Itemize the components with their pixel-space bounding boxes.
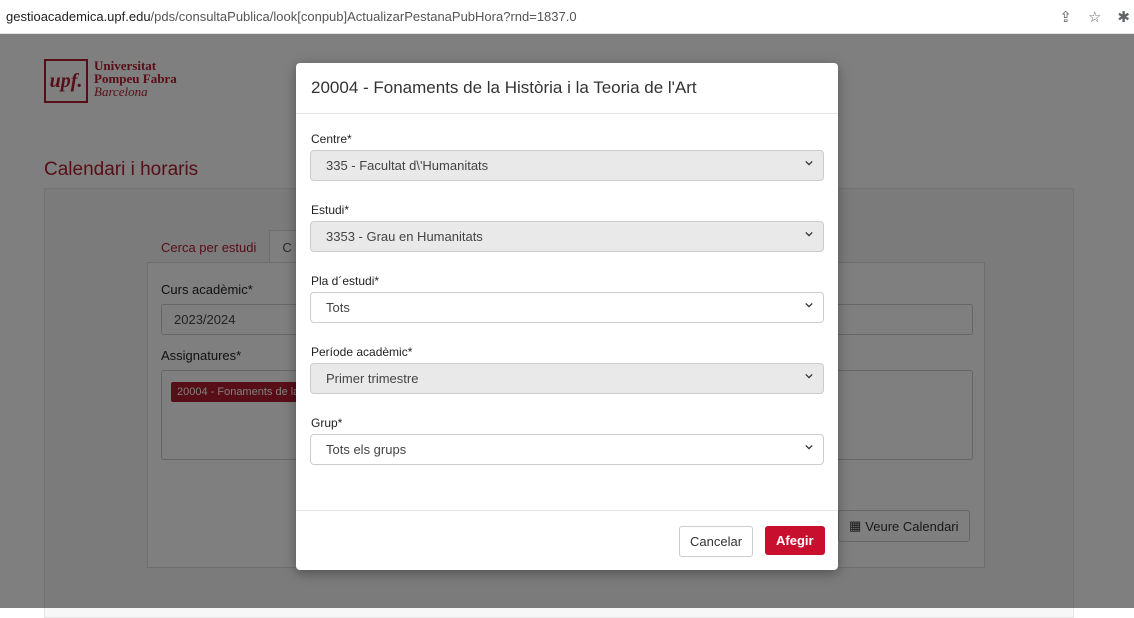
- chevron-down-icon: [805, 160, 813, 166]
- period-label: Període acadèmic*: [311, 345, 413, 359]
- modal-footer: Cancelar Afegir: [296, 510, 838, 570]
- extension-icon[interactable]: ✱: [1117, 8, 1130, 26]
- url-text[interactable]: gestioacademica.upf.edu/pds/consultaPubl…: [6, 9, 577, 24]
- group-select[interactable]: Tots els grups: [310, 434, 824, 465]
- url-host: gestioacademica.upf.edu: [6, 9, 151, 24]
- modal-body: Centre* 335 - Facultat d\'Humanitats Est…: [296, 114, 838, 510]
- plan-select[interactable]: Tots: [310, 292, 824, 323]
- browser-actions: ⇪ ☆ ✱: [1059, 0, 1134, 34]
- cancel-button[interactable]: Cancelar: [679, 526, 754, 557]
- add-subject-modal: 20004 - Fonaments de la Història i la Te…: [296, 63, 838, 570]
- period-select[interactable]: Primer trimestre: [310, 363, 824, 394]
- period-value: Primer trimestre: [326, 371, 419, 386]
- chevron-down-icon: [805, 302, 813, 308]
- study-value: 3353 - Grau en Humanitats: [326, 229, 483, 244]
- centre-select[interactable]: 335 - Facultat d\'Humanitats: [310, 150, 824, 181]
- centre-value: 335 - Facultat d\'Humanitats: [326, 158, 489, 173]
- centre-label: Centre*: [311, 132, 352, 146]
- star-icon[interactable]: ☆: [1088, 8, 1101, 26]
- share-icon[interactable]: ⇪: [1059, 8, 1072, 26]
- study-label: Estudi*: [311, 203, 350, 217]
- url-path: /pds/consultaPublica/look[conpub]Actuali…: [150, 9, 577, 24]
- modal-header: 20004 - Fonaments de la Història i la Te…: [296, 63, 838, 114]
- plan-label: Pla d´estudi*: [311, 274, 380, 288]
- group-label: Grup*: [311, 416, 343, 430]
- group-value: Tots els grups: [326, 442, 407, 457]
- plan-value: Tots: [326, 300, 350, 315]
- chevron-down-icon: [805, 444, 813, 450]
- chevron-down-icon: [805, 373, 813, 379]
- add-button[interactable]: Afegir: [765, 526, 825, 555]
- chevron-down-icon: [805, 231, 813, 237]
- modal-title: 20004 - Fonaments de la Història i la Te…: [311, 78, 697, 97]
- browser-url-bar[interactable]: gestioacademica.upf.edu/pds/consultaPubl…: [0, 0, 1134, 34]
- study-select[interactable]: 3353 - Grau en Humanitats: [310, 221, 824, 252]
- page: upf. Universitat Pompeu Fabra Barcelona …: [0, 34, 1134, 618]
